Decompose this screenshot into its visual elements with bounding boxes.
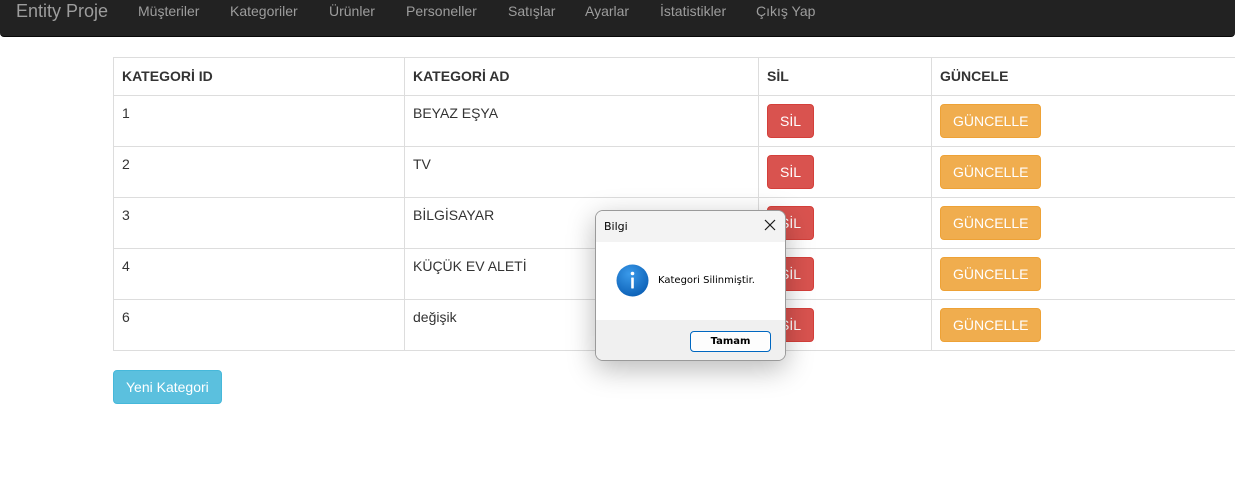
- cell-update: GÜNCELLE: [931, 248, 1235, 300]
- cell-category-id: 3: [113, 197, 405, 249]
- table-header-row: KATEGORİ ID KATEGORİ AD SİL GÜNCELE: [113, 57, 1235, 96]
- cell-category-name: BEYAZ EŞYA: [404, 95, 759, 147]
- table-row: 2 TV SİL GÜNCELLE: [113, 146, 1235, 198]
- nav-item-urunler[interactable]: Ürünler: [329, 3, 375, 19]
- update-button[interactable]: GÜNCELLE: [940, 257, 1042, 291]
- nav-item-musteriler[interactable]: Müşteriler: [138, 3, 199, 19]
- delete-button[interactable]: SİL: [767, 104, 815, 138]
- cell-update: GÜNCELLE: [931, 197, 1235, 249]
- update-button[interactable]: GÜNCELLE: [940, 308, 1042, 342]
- nav-item-ayarlar[interactable]: Ayarlar: [585, 3, 629, 19]
- nav-item-satislar[interactable]: Satışlar: [508, 3, 555, 19]
- cell-delete: SİL: [758, 95, 932, 147]
- new-category-button[interactable]: Yeni Kategori: [113, 370, 222, 404]
- header-category-name: KATEGORİ AD: [404, 57, 759, 96]
- dialog-body: Kategori Silinmiştir.: [596, 242, 785, 320]
- info-dialog: Bilgi Kategori Silinmiştir. Tamam: [595, 210, 786, 361]
- update-button[interactable]: GÜNCELLE: [940, 155, 1042, 189]
- cell-category-id: 2: [113, 146, 405, 198]
- update-button[interactable]: GÜNCELLE: [940, 104, 1042, 138]
- cell-update: GÜNCELLE: [931, 146, 1235, 198]
- header-update: GÜNCELE: [931, 57, 1235, 96]
- cell-category-id: 4: [113, 248, 405, 300]
- nav-item-personeller[interactable]: Personeller: [406, 3, 477, 19]
- header-delete: SİL: [758, 57, 932, 96]
- cell-update: GÜNCELLE: [931, 299, 1235, 351]
- cell-category-name: TV: [404, 146, 759, 198]
- dialog-titlebar[interactable]: Bilgi: [596, 211, 785, 242]
- navbar: Entity Proje Müşteriler Kategoriler Ürün…: [0, 0, 1235, 37]
- dialog-footer: Tamam: [596, 320, 785, 360]
- ok-button[interactable]: Tamam: [690, 331, 771, 352]
- delete-button[interactable]: SİL: [767, 155, 815, 189]
- cell-category-id: 6: [113, 299, 405, 351]
- cell-category-id: 1: [113, 95, 405, 147]
- dialog-title: Bilgi: [604, 220, 628, 233]
- nav-item-kategoriler[interactable]: Kategoriler: [230, 3, 298, 19]
- header-category-id: KATEGORİ ID: [113, 57, 405, 96]
- cell-delete: SİL: [758, 146, 932, 198]
- dialog-message: Kategori Silinmiştir.: [658, 275, 755, 286]
- nav-item-cikis-yap[interactable]: Çıkış Yap: [756, 3, 815, 19]
- close-icon[interactable]: [763, 218, 777, 232]
- table-row: 1 BEYAZ EŞYA SİL GÜNCELLE: [113, 95, 1235, 147]
- nav-item-istatistikler[interactable]: İstatistikler: [660, 3, 726, 19]
- update-button[interactable]: GÜNCELLE: [940, 206, 1042, 240]
- cell-update: GÜNCELLE: [931, 95, 1235, 147]
- info-icon: [616, 264, 649, 297]
- navbar-brand[interactable]: Entity Proje: [16, 1, 108, 21]
